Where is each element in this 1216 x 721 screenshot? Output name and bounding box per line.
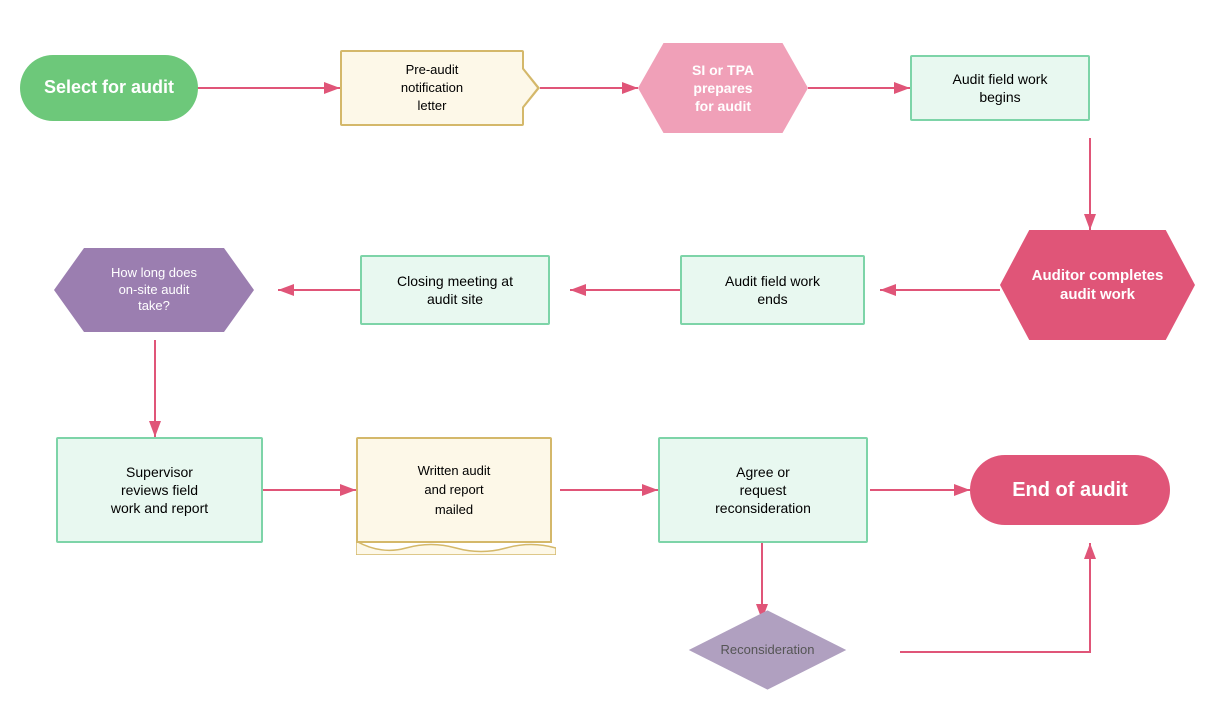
select-for-audit-node: Select for audit [20, 55, 198, 121]
flowchart-canvas: Select for audit Pre-auditnotificationle… [0, 0, 1216, 721]
audit-field-ends-node: Audit field workends [680, 255, 865, 325]
end-of-audit-node: End of audit [970, 455, 1170, 525]
auditor-completes-node: Auditor completesaudit work [1000, 230, 1195, 340]
supervisor-reviews-node: Supervisorreviews fieldwork and report [56, 437, 263, 543]
closing-meeting-node: Closing meeting ataudit site [360, 255, 550, 325]
reconsideration-node: Reconsideration [680, 606, 855, 694]
pre-audit-node: Pre-auditnotificationletter [340, 50, 538, 126]
audit-field-begins-node: Audit field workbegins [910, 55, 1090, 121]
written-audit-node: Written auditand reportmailed [356, 437, 556, 543]
how-long-node: How long doeson-site audittake? [54, 248, 254, 332]
agree-reconsider-node: Agree orrequestreconsideration [658, 437, 868, 543]
si-tpa-node: SI or TPApreparesfor audit [638, 43, 808, 133]
